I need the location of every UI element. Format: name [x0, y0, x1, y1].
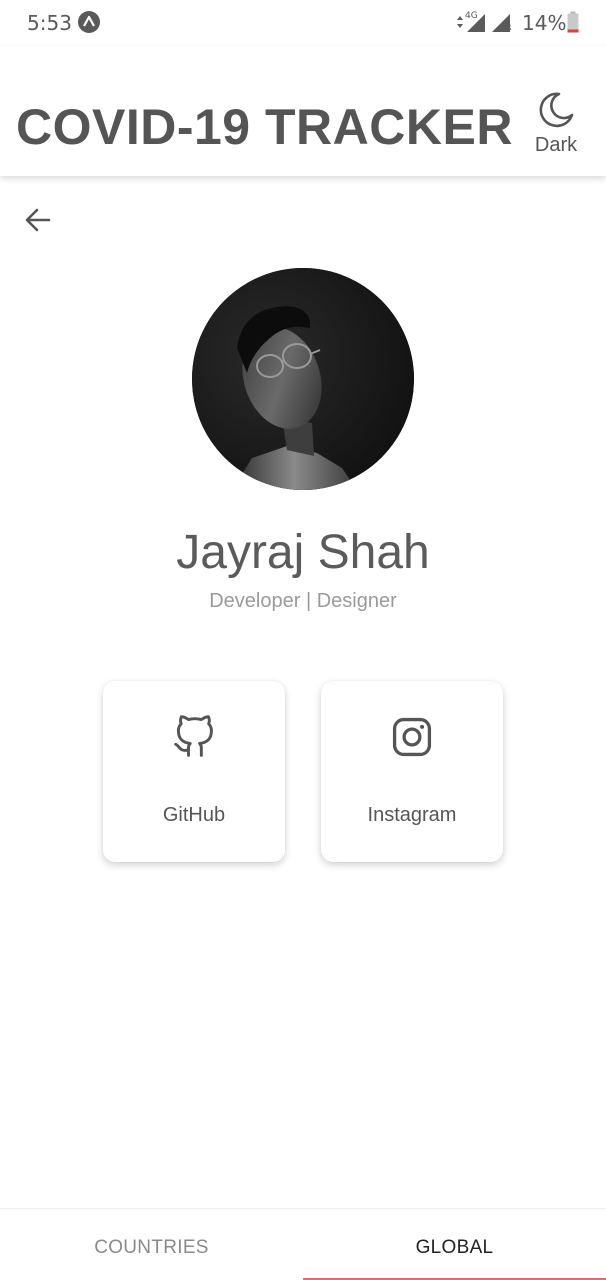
profile-role: Developer | Designer	[209, 590, 397, 612]
tab-countries-label: COUNTRIES	[94, 1237, 209, 1258]
moon-icon	[539, 92, 574, 128]
status-time: 5:53	[27, 11, 72, 35]
screen: 5:53 4G R 14% COVID-19 TRACKER Dark Jayr…	[0, 0, 606, 1280]
github-icon	[174, 715, 213, 757]
app-bar: COVID-19 TRACKER Dark	[0, 46, 606, 176]
tab-global[interactable]: GLOBAL	[303, 1209, 606, 1280]
instagram-link-card[interactable]: Instagram	[321, 681, 503, 862]
arrow-left-icon	[25, 208, 51, 232]
bottom-tab-bar: COUNTRIES GLOBAL	[0, 1208, 606, 1280]
profile-photo	[192, 268, 414, 490]
dark-mode-label: Dark	[534, 134, 578, 156]
app-title: COVID-19 TRACKER	[16, 99, 513, 155]
network-type: 4G	[465, 11, 478, 21]
dark-mode-toggle[interactable]: Dark	[528, 90, 584, 160]
battery-icon	[567, 11, 579, 33]
tab-countries[interactable]: COUNTRIES	[0, 1209, 303, 1280]
roaming-indicator: R	[506, 23, 512, 32]
back-button[interactable]	[20, 202, 56, 238]
profile-name: Jayraj Shah	[176, 526, 430, 579]
battery-percent: 14%	[522, 11, 567, 35]
github-link-card[interactable]: GitHub	[103, 681, 285, 862]
instagram-label: Instagram	[367, 804, 457, 826]
instagram-icon	[392, 717, 432, 757]
status-bar: 5:53 4G R 14%	[0, 0, 606, 46]
app-notification-icon	[78, 11, 100, 33]
github-label: GitHub	[162, 804, 226, 826]
tab-global-label: GLOBAL	[415, 1237, 494, 1258]
profile-avatar	[192, 268, 414, 490]
